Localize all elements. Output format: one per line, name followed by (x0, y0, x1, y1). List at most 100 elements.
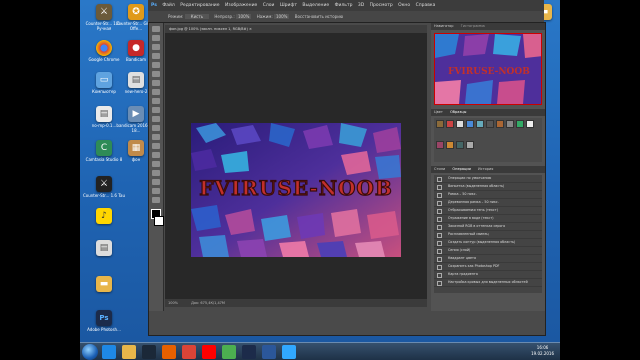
menu-filter[interactable]: Фильтр (335, 3, 353, 8)
letterbox-right (560, 0, 640, 360)
list-item[interactable]: Отбрасываемая тень (текст) (434, 207, 542, 215)
lasso-tool-icon[interactable] (152, 44, 160, 50)
hand-tool-icon[interactable] (152, 188, 160, 194)
desktop-icon-audio[interactable]: ♪ (82, 208, 126, 225)
history-brush-tool-icon[interactable] (152, 107, 160, 113)
explorer-icon[interactable] (122, 345, 136, 359)
photoshop-icon[interactable] (242, 345, 256, 359)
swatch[interactable] (526, 120, 534, 128)
list-item[interactable]: Отражение в воде (текст) (434, 215, 542, 223)
pressure-label: Нажим: (256, 14, 273, 19)
list-item[interactable]: Операции по умолчанию (434, 175, 542, 183)
marquee-tool-icon[interactable] (152, 35, 160, 41)
healing-tool-icon[interactable] (152, 80, 160, 86)
steam-icon[interactable] (142, 345, 156, 359)
tools-panel (149, 23, 164, 311)
pen-tool-icon[interactable] (152, 152, 160, 158)
media-icon[interactable] (222, 345, 236, 359)
tab-histogram[interactable]: Гистограмма (461, 24, 485, 28)
pressure-value[interactable]: 100% (274, 14, 290, 19)
desktop-icon-photoshop[interactable]: Ps Adobe Photosh... (82, 310, 126, 332)
photoshop-header: Ps Файл Редактирование Изображение Слои … (148, 0, 544, 23)
path-tool-icon[interactable] (152, 170, 160, 176)
tab-actions[interactable]: Операции (452, 167, 471, 171)
opacity-value[interactable]: 100% (235, 14, 252, 19)
menu-edit[interactable]: Редактирование (180, 3, 219, 8)
list-item[interactable]: Настройка кривых для выделенных областей (434, 279, 542, 287)
list-item[interactable]: Расплавленный свинец (434, 231, 542, 239)
swatch[interactable] (456, 120, 464, 128)
start-button[interactable] (82, 344, 98, 360)
list-item[interactable]: Деревянная рамка – 50 пикс. (434, 199, 542, 207)
desktop-icon-cs-tau[interactable]: ⚔ Counter-Str... 1.6 Tau (82, 176, 126, 198)
system-clock[interactable]: 16:06 19.02.2016 (531, 345, 554, 357)
shape-tool-icon[interactable] (152, 179, 160, 185)
word-icon[interactable] (262, 345, 276, 359)
list-item[interactable]: Квадрант цвета (434, 255, 542, 263)
mode-select[interactable]: Кисть (184, 14, 210, 19)
list-item[interactable]: Виньетка (выделенная область) (434, 183, 542, 191)
crop-tool-icon[interactable] (152, 62, 160, 68)
ps-logo: Ps (151, 3, 157, 8)
menu-window[interactable]: Окно (398, 3, 410, 8)
desktop-icon-folder[interactable]: ▬ (82, 276, 126, 293)
zoom-level[interactable]: 100% (168, 301, 178, 305)
list-item[interactable]: Создать контур (выделенная область) (434, 239, 542, 247)
ie-icon[interactable] (102, 345, 116, 359)
firefox-icon[interactable] (162, 345, 176, 359)
document-tab[interactable]: фон.jpg @ 100% (заклн. пиксел 1, RGB/8#)… (165, 25, 427, 33)
swatch[interactable] (446, 141, 454, 149)
swatch[interactable] (486, 120, 494, 128)
swatch[interactable] (466, 120, 474, 128)
ps-icon[interactable] (282, 345, 296, 359)
clock-date: 19.02.2016 (531, 351, 554, 356)
navigator-thumbnail[interactable]: FVIRUSE-NOOB (434, 33, 542, 105)
image-canvas[interactable]: FVIRUSE-NOOB (191, 123, 401, 257)
stamp-tool-icon[interactable] (152, 98, 160, 104)
zoom-tool-icon[interactable] (152, 197, 160, 203)
tab-history[interactable]: История (478, 167, 493, 171)
list-item[interactable]: Карта градиента (434, 271, 542, 279)
move-tool-icon[interactable] (152, 26, 160, 32)
menu-select[interactable]: Выделение (302, 3, 329, 8)
gradient-tool-icon[interactable] (152, 125, 160, 131)
tab-navigator[interactable]: Навигатор (434, 24, 454, 28)
menu-help[interactable]: Справка (416, 3, 436, 8)
cs-icon: ⚔ (96, 176, 112, 192)
type-tool-icon[interactable] (152, 161, 160, 167)
swatch[interactable] (456, 141, 464, 149)
color-tabs: Цвет Образцы (431, 109, 545, 116)
swatch[interactable] (506, 120, 514, 128)
magic-wand-tool-icon[interactable] (152, 53, 160, 59)
menu-image[interactable]: Изображение (225, 3, 257, 8)
swatch[interactable] (476, 120, 484, 128)
swatch[interactable] (466, 141, 474, 149)
menu-type[interactable]: Шрифт (280, 3, 297, 8)
swatch[interactable] (436, 141, 444, 149)
list-item[interactable]: Сепия (слой) (434, 247, 542, 255)
blur-tool-icon[interactable] (152, 134, 160, 140)
tab-styles[interactable]: Стили (434, 167, 445, 171)
menu-3d[interactable]: 3D (358, 3, 364, 8)
tab-color[interactable]: Цвет (434, 110, 443, 114)
swatch[interactable] (446, 120, 454, 128)
list-item[interactable]: Заказной RGB в оттенках серого (434, 223, 542, 231)
eyedropper-tool-icon[interactable] (152, 71, 160, 77)
chrome-icon[interactable] (182, 345, 196, 359)
eraser-tool-icon[interactable] (152, 116, 160, 122)
tab-swatches[interactable]: Образцы (450, 110, 466, 114)
swatch[interactable] (496, 120, 504, 128)
menu-layers[interactable]: Слои (263, 3, 275, 8)
brush-tool-icon[interactable] (152, 89, 160, 95)
yandex-icon[interactable] (202, 345, 216, 359)
background-color-swatch[interactable] (154, 216, 164, 226)
desktop-icon-file[interactable]: ▤ (82, 240, 126, 257)
list-item[interactable]: Рамка – 50 пикс. (434, 191, 542, 199)
swatch[interactable] (436, 120, 444, 128)
menu-view[interactable]: Просмотр (370, 3, 393, 8)
list-item[interactable]: Сохранить как Photoshop PDF (434, 263, 542, 271)
dodge-tool-icon[interactable] (152, 143, 160, 149)
swatch[interactable] (516, 120, 524, 128)
restore-history-checkbox[interactable]: Восстановить историю (295, 14, 343, 19)
menu-file[interactable]: Файл (162, 3, 174, 8)
